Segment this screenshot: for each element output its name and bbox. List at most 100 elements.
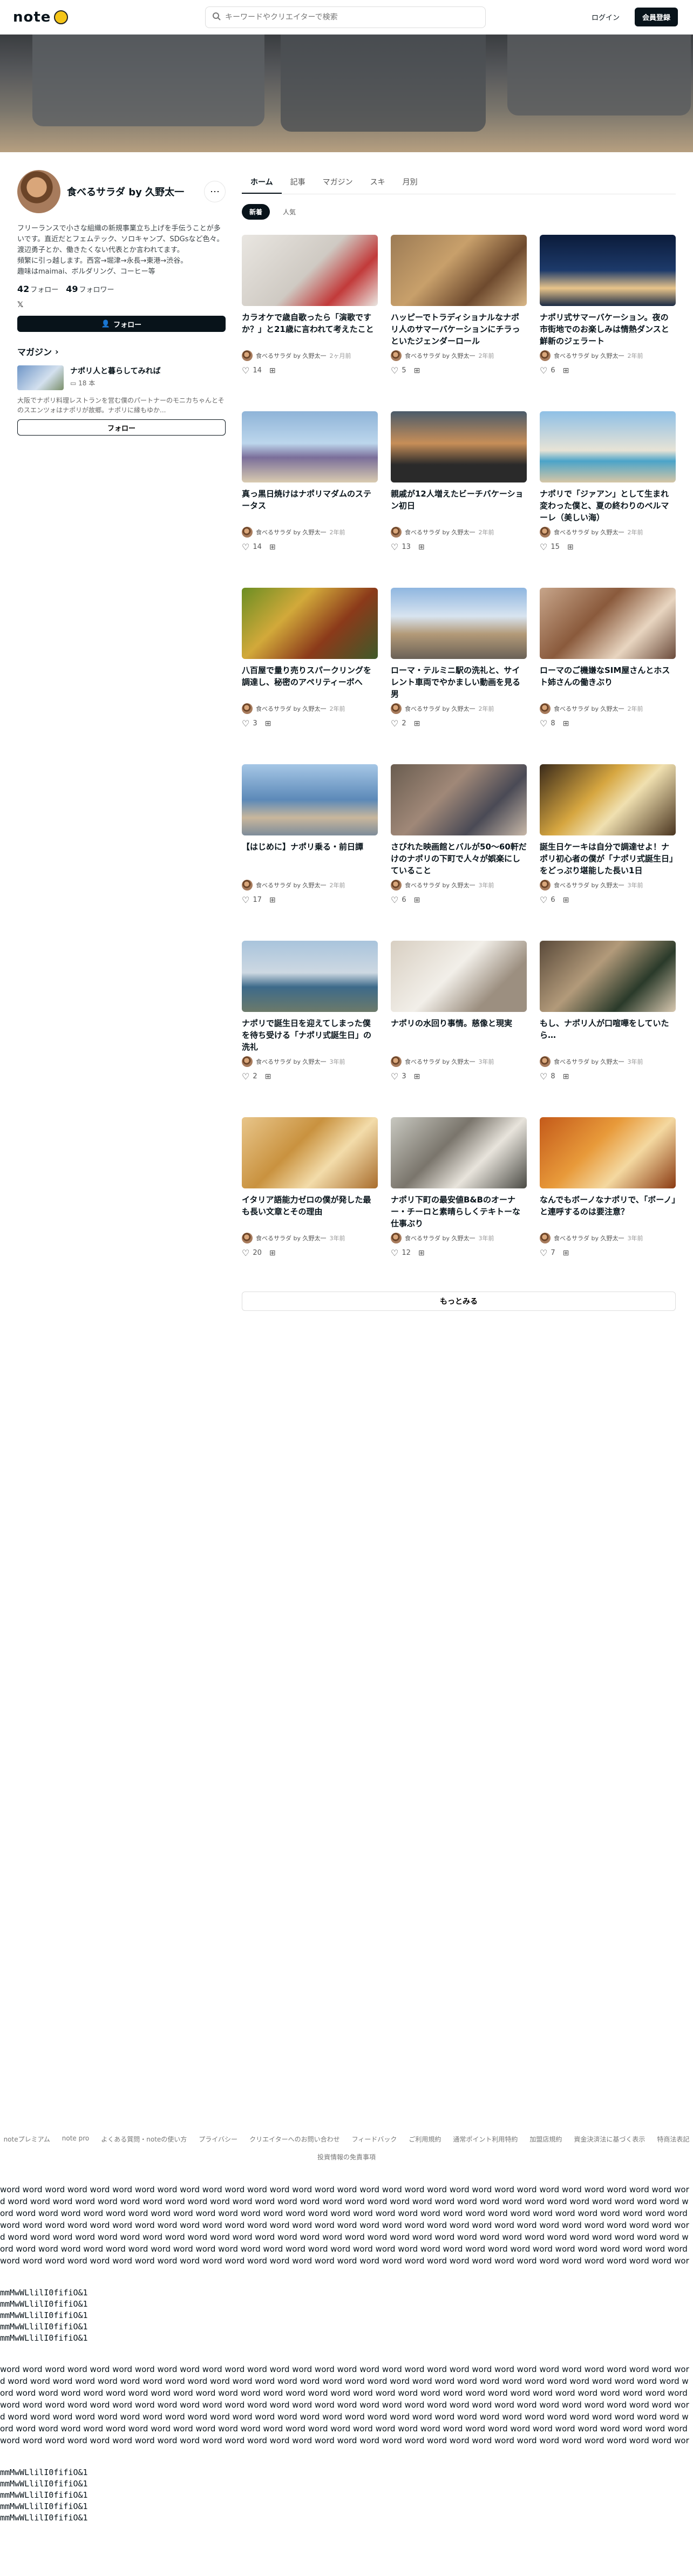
author-avatar[interactable]	[242, 1056, 253, 1067]
search-input[interactable]	[225, 13, 479, 22]
tab-monthly[interactable]: 月別	[394, 172, 426, 194]
magazine-section-title[interactable]: マガジン ›	[17, 345, 226, 358]
heart-icon[interactable]: ♡	[540, 895, 547, 905]
heart-icon[interactable]: ♡	[540, 1248, 547, 1258]
article-title[interactable]: ハッピーでトラディショナルなナポリ人のサマーバケーションにチラっといたジェンダー…	[391, 311, 527, 347]
article-card[interactable]: ローマ・テルミニ駅の洗礼と、サイレント車両でやかましい動画を見る男 食べるサラダ …	[391, 588, 527, 764]
article-thumbnail[interactable]	[242, 1117, 378, 1188]
heart-icon[interactable]: ♡	[540, 542, 547, 552]
article-thumbnail[interactable]	[242, 235, 378, 306]
article-author[interactable]: 食べるサラダ by 久野太一	[554, 1234, 624, 1242]
bookmark-icon[interactable]: ⊞	[414, 719, 420, 728]
article-thumbnail[interactable]	[242, 764, 378, 835]
article-thumbnail[interactable]	[391, 941, 527, 1012]
tab-magazines[interactable]: マガジン	[314, 172, 362, 194]
article-title[interactable]: 親戚が12人増えたビーチバケーション初日	[391, 488, 527, 524]
footer-link[interactable]: noteプレミアム	[4, 2135, 50, 2144]
article-card[interactable]: 誕生日ケーキは自分で調達せよ！ナポリ初心者の僕が「ナポリ式誕生日」をどっぷり堪能…	[540, 764, 676, 941]
article-title[interactable]: イタリア語能力ゼロの僕が発した最も長い文章とその理由	[242, 1194, 378, 1229]
article-card[interactable]: ナポリ式サマーバケーション。夜の市街地でのお楽しみは情熱ダンスと鮮新のジェラート…	[540, 235, 676, 411]
article-card[interactable]: ナポリの水回り事情。慈像と現実 食べるサラダ by 久野太一 3年前 ♡ 3 ⊞	[391, 941, 527, 1117]
article-title[interactable]: もし、ナポリ人が口喧嘩をしていたら…	[540, 1017, 676, 1053]
heart-icon[interactable]: ♡	[391, 718, 398, 729]
article-title[interactable]: ローマ・テルミニ駅の洗礼と、サイレント車両でやかましい動画を見る男	[391, 664, 527, 700]
heart-icon[interactable]: ♡	[391, 1071, 398, 1082]
article-card[interactable]: ナポリ下町の最安値B&Bのオーナー・チーロと素晴らしくテキトーな仕事ぶり 食べるサ…	[391, 1117, 527, 1294]
author-avatar[interactable]	[391, 350, 402, 361]
avatar[interactable]	[17, 170, 60, 213]
footer-link[interactable]: note pro	[62, 2135, 89, 2144]
tab-articles[interactable]: 記事	[282, 172, 314, 194]
author-avatar[interactable]	[391, 880, 402, 891]
article-thumbnail[interactable]	[391, 235, 527, 306]
article-author[interactable]: 食べるサラダ by 久野太一	[256, 881, 327, 889]
article-title[interactable]: 八百屋で量り売りスパークリングを調達し、秘密のアペリティーボへ	[242, 664, 378, 700]
bookmark-icon[interactable]: ⊞	[563, 1072, 569, 1081]
author-avatar[interactable]	[242, 1233, 253, 1243]
article-thumbnail[interactable]	[540, 764, 676, 835]
footer-link[interactable]: ご利用規約	[409, 2135, 441, 2144]
heart-icon[interactable]: ♡	[540, 718, 547, 729]
x-icon[interactable]: 𝕏	[17, 301, 226, 309]
article-author[interactable]: 食べるサラダ by 久野太一	[405, 1057, 475, 1066]
article-card[interactable]: ナポリで誕生日を迎えてしまった僕を待ち受ける「ナポリ式誕生日」の洗礼食べるサラダ…	[242, 941, 378, 1117]
bookmark-icon[interactable]: ⊞	[563, 366, 569, 375]
footer-link[interactable]: よくある質問・noteの使い方	[101, 2135, 187, 2144]
footer-link[interactable]: フィードバック	[352, 2135, 397, 2144]
article-thumbnail[interactable]	[391, 1117, 527, 1188]
article-title[interactable]: ナポリ下町の最安値B&Bのオーナー・チーロと素晴らしくテキトーな仕事ぶり	[391, 1194, 527, 1229]
bookmark-icon[interactable]: ⊞	[265, 1072, 271, 1081]
article-thumbnail[interactable]	[540, 235, 676, 306]
heart-icon[interactable]: ♡	[540, 1071, 547, 1082]
tab-home[interactable]: ホーム	[242, 172, 282, 194]
article-author[interactable]: 食べるサラダ by 久野太一	[405, 528, 475, 536]
heart-icon[interactable]: ♡	[242, 1248, 249, 1258]
author-avatar[interactable]	[391, 1233, 402, 1243]
article-author[interactable]: 食べるサラダ by 久野太一	[554, 351, 624, 360]
article-title[interactable]: ナポリで誕生日を迎えてしまった僕を待ち受ける「ナポリ式誕生日」の洗礼	[242, 1017, 378, 1053]
article-title[interactable]: ナポリ式サマーバケーション。夜の市街地でのお楽しみは情熱ダンスと鮮新のジェラート	[540, 311, 676, 347]
bookmark-icon[interactable]: ⊞	[269, 1249, 276, 1258]
bookmark-icon[interactable]: ⊞	[418, 1249, 425, 1258]
article-title[interactable]: さびれた映画館とバルが50〜60軒だけのナポリの下町で人々が娯楽にしていること	[391, 841, 527, 876]
article-thumbnail[interactable]	[391, 411, 527, 482]
article-author[interactable]: 食べるサラダ by 久野太一	[554, 528, 624, 536]
heart-icon[interactable]: ♡	[391, 1248, 398, 1258]
following-stat[interactable]: 42 フォロー	[17, 284, 58, 294]
article-title[interactable]: 誕生日ケーキは自分で調達せよ！ナポリ初心者の僕が「ナポリ式誕生日」をどっぷり堪能…	[540, 841, 676, 876]
bookmark-icon[interactable]: ⊞	[563, 896, 569, 905]
article-card[interactable]: ナポリで「ジァアン」として生まれ変わった僕と、夏の終わりのベルマーレ（美しい海）…	[540, 411, 676, 588]
heart-icon[interactable]: ♡	[242, 542, 249, 552]
article-author[interactable]: 食べるサラダ by 久野太一	[256, 704, 327, 713]
article-title[interactable]: ローマのご機嫌なSIM屋さんとホスト姉さんの働きぶり	[540, 664, 676, 700]
heart-icon[interactable]: ♡	[391, 542, 398, 552]
article-author[interactable]: 食べるサラダ by 久野太一	[256, 351, 327, 360]
author-avatar[interactable]	[540, 350, 551, 361]
author-avatar[interactable]	[540, 703, 551, 714]
subtab-popular[interactable]: 人気	[275, 204, 304, 220]
author-avatar[interactable]	[242, 350, 253, 361]
bookmark-icon[interactable]: ⊞	[563, 719, 569, 728]
author-avatar[interactable]	[540, 1233, 551, 1243]
heart-icon[interactable]: ♡	[242, 895, 249, 905]
article-thumbnail[interactable]	[391, 588, 527, 659]
footer-link[interactable]: 特商法表記	[657, 2135, 689, 2144]
note-logo[interactable]: note	[13, 9, 69, 25]
article-card[interactable]: ハッピーでトラディショナルなナポリ人のサマーバケーションにチラっといたジェンダー…	[391, 235, 527, 411]
bookmark-icon[interactable]: ⊞	[563, 1249, 569, 1258]
heart-icon[interactable]: ♡	[242, 1071, 249, 1082]
author-avatar[interactable]	[540, 1056, 551, 1067]
article-author[interactable]: 食べるサラダ by 久野太一	[256, 1057, 327, 1066]
article-card[interactable]: もし、ナポリ人が口喧嘩をしていたら… 食べるサラダ by 久野太一 3年前 ♡ 8 ⊞	[540, 941, 676, 1117]
article-title[interactable]: 真っ黒日焼けはナポリマダムのステータス	[242, 488, 378, 524]
footer-link[interactable]: クリエイターへのお問い合わせ	[249, 2135, 340, 2144]
bookmark-icon[interactable]: ⊞	[265, 719, 271, 728]
footer-link[interactable]: 通常ポイント利用特約	[453, 2135, 518, 2144]
bookmark-icon[interactable]: ⊞	[418, 543, 425, 552]
subtab-new[interactable]: 新着	[242, 204, 270, 220]
ellipsis-icon[interactable]: ⋯	[204, 181, 226, 202]
heart-icon[interactable]: ♡	[540, 365, 547, 376]
article-thumbnail[interactable]	[540, 1117, 676, 1188]
author-avatar[interactable]	[391, 703, 402, 714]
bookmark-icon[interactable]: ⊞	[567, 543, 574, 552]
